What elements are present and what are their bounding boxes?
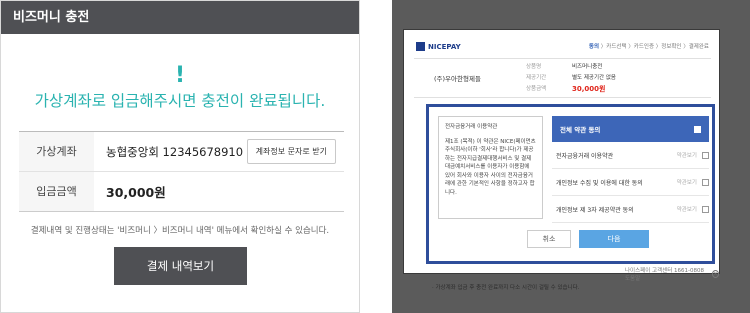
nicepay-logo-text: NICEPAY <box>428 42 461 51</box>
agree-checkbox[interactable] <box>702 151 709 159</box>
nicepay-screenshot: NICEPAY 동의 〉카드선택 〉카드인증 〉정보확인 〉결제완료 (주)우아… <box>392 0 750 313</box>
terms-agreement-dialog: 전자금융거래 이용약관 제1조 (목적) 이 약관은 NICE(페이먼츠 주식회… <box>426 104 715 264</box>
virtual-account-label: 가상계좌 <box>19 132 94 171</box>
agree-item-label: 개인정보 제 3자 제공약관 동의 <box>556 206 634 214</box>
deposit-amount-label: 입금금액 <box>19 172 94 211</box>
footer-text: 나이스페이 고객센터 1661-0808 도움말 <box>625 268 705 282</box>
background-notice: · 가상계좌 입금 후 충전 완료까지 다소 시간이 걸릴 수 있습니다. <box>432 285 580 291</box>
send-account-sms-button[interactable]: 계좌정보 문자로 받기 <box>246 139 336 164</box>
step-rest: 〉카드선택 〉카드인증 〉정보확인 〉결제완료 <box>599 44 709 50</box>
agree-item: 개인정보 수집 및 이용에 대한 동의 약관보기 <box>552 169 709 196</box>
nicepay-window: NICEPAY 동의 〉카드선택 〉카드인증 〉정보확인 〉결제완료 (주)우아… <box>403 29 720 282</box>
panel-header: 비즈머니 충전 <box>1 1 359 34</box>
agree-all-label: 전체 약관 동의 <box>560 126 601 134</box>
completion-message: 가상계좌로 입금해주시면 충전이 완료됩니다. <box>34 92 326 110</box>
virtual-account-value: 농협중앙회 12345678910 <box>106 144 244 159</box>
nicepay-logo-icon <box>416 42 425 51</box>
next-button[interactable]: 다음 <box>579 230 649 248</box>
amount-value: 30,000원 <box>572 85 606 93</box>
period-value: 별도 제공기간 없음 <box>572 75 616 81</box>
deposit-amount-value: 30,000원 <box>106 185 166 200</box>
amount-row: 상품금액 30,000원 <box>526 84 616 95</box>
virtual-account-cell: 농협중앙회 12345678910 계좌정보 문자로 받기 <box>94 132 344 171</box>
agree-item: 개인정보 제 3자 제공약관 동의 약관보기 <box>552 196 709 223</box>
terms-title: 전자금융거래 이용약관 <box>445 124 498 130</box>
nicepay-footer: 나이스페이 고객센터 1661-0808 도움말 ✕ <box>625 266 719 282</box>
amount-label: 상품금액 <box>526 86 547 92</box>
agree-checkbox[interactable] <box>702 178 709 186</box>
view-payment-history-button[interactable]: 결제 내역보기 <box>114 247 247 285</box>
product-label: 상품명 <box>526 64 542 70</box>
view-terms-link[interactable]: 약관보기 <box>677 151 697 159</box>
agree-item-label: 전자금융거래 이용약관 <box>556 152 614 160</box>
exclamation-icon: ! <box>174 63 186 88</box>
product-details: 상품명 비즈머니충전 제공기간 별도 제공기간 없음 상품금액 30,000원 <box>526 62 616 95</box>
agree-all-checkbox[interactable] <box>694 125 701 133</box>
view-terms-link[interactable]: 약관보기 <box>677 178 697 186</box>
table-row: 입금금액 30,000원 <box>19 172 344 211</box>
merchant-name: (주)우아한형제들 <box>434 75 481 83</box>
agree-checkbox[interactable] <box>702 205 709 213</box>
product-row: 상품명 비즈머니충전 <box>526 62 616 73</box>
period-label: 제공기간 <box>526 75 547 81</box>
deposit-amount-cell: 30,000원 <box>94 172 344 211</box>
close-icon[interactable]: ✕ <box>711 270 719 278</box>
account-info-table: 가상계좌 농협중앙회 12345678910 계좌정보 문자로 받기 입금금액 … <box>19 131 344 212</box>
charge-complete-panel: 비즈머니 충전 ! 가상계좌로 입금해주시면 충전이 완료됩니다. 가상계좌 농… <box>0 0 360 313</box>
terms-body: 제1조 (목적) 이 약관은 NICE(페이먼츠 주식회사(이하 '회사'라 합… <box>445 138 536 196</box>
terms-scroll-box[interactable]: 전자금융거래 이용약관 제1조 (목적) 이 약관은 NICE(페이먼츠 주식회… <box>438 116 543 219</box>
view-terms-link[interactable]: 약관보기 <box>677 205 697 213</box>
step-current: 동의 <box>588 44 600 50</box>
cancel-button[interactable]: 취소 <box>527 230 571 248</box>
product-value: 비즈머니충전 <box>572 64 603 70</box>
step-breadcrumb: 동의 〉카드선택 〉카드인증 〉정보확인 〉결제완료 <box>589 42 709 50</box>
agreement-list: 전체 약관 동의 전자금융거래 이용약관 약관보기 개인정보 수집 및 이용에 … <box>552 116 709 223</box>
agree-item: 전자금융거래 이용약관 약관보기 <box>552 142 709 169</box>
notice-text: 결제내역 및 진행상태는 '비즈머니 〉비즈머니 내역' 메뉴에서 확인하실 수… <box>30 226 330 236</box>
period-row: 제공기간 별도 제공기간 없음 <box>526 73 616 84</box>
table-row: 가상계좌 농협중앙회 12345678910 계좌정보 문자로 받기 <box>19 132 344 172</box>
agree-item-label: 개인정보 수집 및 이용에 대한 동의 <box>556 179 643 187</box>
merchant-info: (주)우아한형제들 상품명 비즈머니충전 제공기간 별도 제공기간 없음 상품금… <box>414 58 711 98</box>
agree-all-toggle[interactable]: 전체 약관 동의 <box>552 116 709 142</box>
nicepay-logo: NICEPAY <box>416 42 461 51</box>
